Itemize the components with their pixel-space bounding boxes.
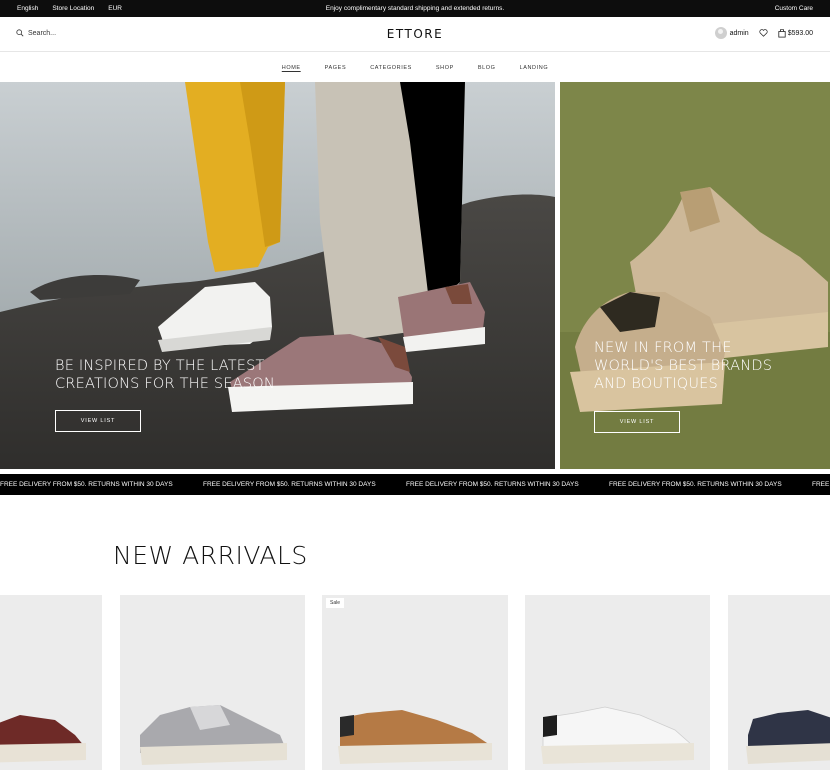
hero-right-heading: NEW IN FROM THE WORLD'S BEST BRANDS AND … xyxy=(594,339,772,393)
white-leather-sneaker xyxy=(541,706,694,764)
hero-left-heading: BE INSPIRED BY THE LATEST CREATIONS FOR … xyxy=(55,357,275,393)
navy-suede-sneaker xyxy=(746,710,830,764)
product-card[interactable] xyxy=(0,595,102,770)
hero-right-line-2: WORLD'S BEST BRANDS xyxy=(594,358,773,374)
product-card[interactable]: Sale xyxy=(322,595,508,770)
user-name: admin xyxy=(729,29,749,37)
site-logo[interactable]: ETTORE xyxy=(387,27,443,41)
hero-banner-left[interactable]: BE INSPIRED BY THE LATEST CREATIONS FOR … xyxy=(0,82,555,469)
marquee-text: FREE DELIVERY FROM $50. RETURNS WITHIN 3… xyxy=(0,481,173,488)
heart-icon[interactable] xyxy=(759,29,768,37)
announcement-text: Enjoy complimentary standard shipping an… xyxy=(325,5,505,12)
marquee-text: FREE DELIVERY FROM $50. RETURNS WITHIN 3… xyxy=(406,481,579,488)
hero-right-view-list-button[interactable]: VIEW LIST xyxy=(594,411,680,433)
main-nav: HOME PAGES CATEGORIES SHOP BLOG LANDING xyxy=(0,53,830,82)
tan-suede-sneaker xyxy=(338,710,492,764)
top-bar: English Store Location EUR Enjoy complim… xyxy=(0,0,830,17)
marquee-text: FREE DELIVERY FROM $50. RETURNS WITHIN 3… xyxy=(203,481,376,488)
logo-wrap: ETTORE xyxy=(0,27,830,41)
site-header: Search... ETTORE admin $593.00 xyxy=(0,17,830,52)
marquee-text: FREE DELIVERY FROM $50. RETURNS WITHIN 3… xyxy=(609,481,782,488)
nav-item-landing[interactable]: LANDING xyxy=(520,65,549,71)
cart-total: $593.00 xyxy=(787,29,813,37)
nav-item-categories[interactable]: CATEGORIES xyxy=(370,65,412,71)
bag-icon xyxy=(778,28,786,38)
burgundy-leather-sneaker xyxy=(0,715,86,763)
hero-right-line-3: AND BOUTIQUES xyxy=(594,376,718,392)
product-card[interactable] xyxy=(525,595,710,770)
marquee-text: FREE DELIVERY FROM $50. RETURNS WITHIN 3… xyxy=(812,481,830,488)
hero-left-line-2: CREATIONS FOR THE SEASON xyxy=(55,376,275,392)
hero-right-line-1: NEW IN FROM THE xyxy=(594,340,732,356)
shipping-marquee: FREE DELIVERY FROM $50. RETURNS WITHIN 3… xyxy=(0,474,830,495)
nav-item-pages[interactable]: PAGES xyxy=(325,65,347,71)
hero-left-line-1: BE INSPIRED BY THE LATEST xyxy=(55,358,265,374)
hero-banner-right[interactable]: NEW IN FROM THE WORLD'S BEST BRANDS AND … xyxy=(560,82,830,469)
sale-badge: Sale xyxy=(326,598,345,608)
product-card[interactable] xyxy=(120,595,305,770)
hero-left-view-list-button[interactable]: VIEW LIST xyxy=(55,410,141,432)
header-actions: admin $593.00 xyxy=(714,27,813,39)
account-link[interactable]: admin xyxy=(714,27,749,39)
cart-link[interactable]: $593.00 xyxy=(778,28,813,38)
nav-item-home[interactable]: HOME xyxy=(282,65,301,71)
nav-item-shop[interactable]: SHOP xyxy=(436,65,454,71)
custom-care-link[interactable]: Custom Care xyxy=(775,5,813,12)
product-card[interactable] xyxy=(728,595,830,770)
new-arrivals-title: NEW ARRIVALS xyxy=(113,541,308,570)
silver-metallic-sneaker xyxy=(140,705,287,765)
user-avatar-icon xyxy=(714,27,727,39)
nav-item-blog[interactable]: BLOG xyxy=(478,65,496,71)
